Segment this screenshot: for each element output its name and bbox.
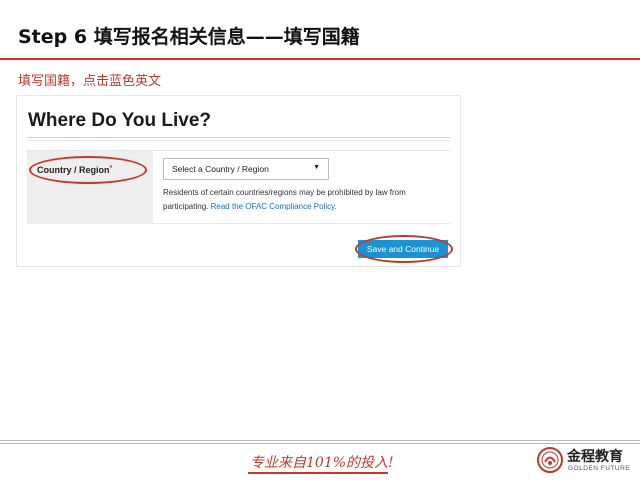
label-cell: Country / Region* [27,151,153,224]
country-form-row: Country / Region* Select a Country / Reg… [27,150,450,224]
footer-divider-secondary [0,443,640,444]
form-heading: Where Do You Live? [28,110,211,131]
chevron-down-icon: ▼ [313,164,320,171]
country-select[interactable]: Select a Country / Region ▼ [163,158,329,180]
screenshot-panel: Where Do You Live? Country / Region* Sel… [16,95,461,267]
highlight-oval-label [29,156,147,184]
footer-divider [0,440,640,441]
logo-chinese-name: 金程教育 [567,449,623,465]
slide-title: Step 6 填写报名相关信息——填写国籍 [18,26,360,48]
highlight-oval-button [355,235,453,263]
logo-seal-icon [537,447,563,473]
ofac-policy-link[interactable]: Read the OFAC Compliance Policy. [211,202,337,211]
residency-help-text: Residents of certain countries/regions m… [163,186,453,214]
heading-divider-secondary [27,140,450,141]
country-select-value: Select a Country / Region [172,164,269,174]
footer-slogan: 专业来自101%的投入! [250,455,394,471]
heading-divider [27,137,450,138]
title-divider [0,58,640,60]
logo-english-name: GOLDEN FUTURE [568,465,631,472]
slogan-underline [248,472,388,474]
instruction-text: 填写国籍，点击蓝色英文 [18,74,162,89]
